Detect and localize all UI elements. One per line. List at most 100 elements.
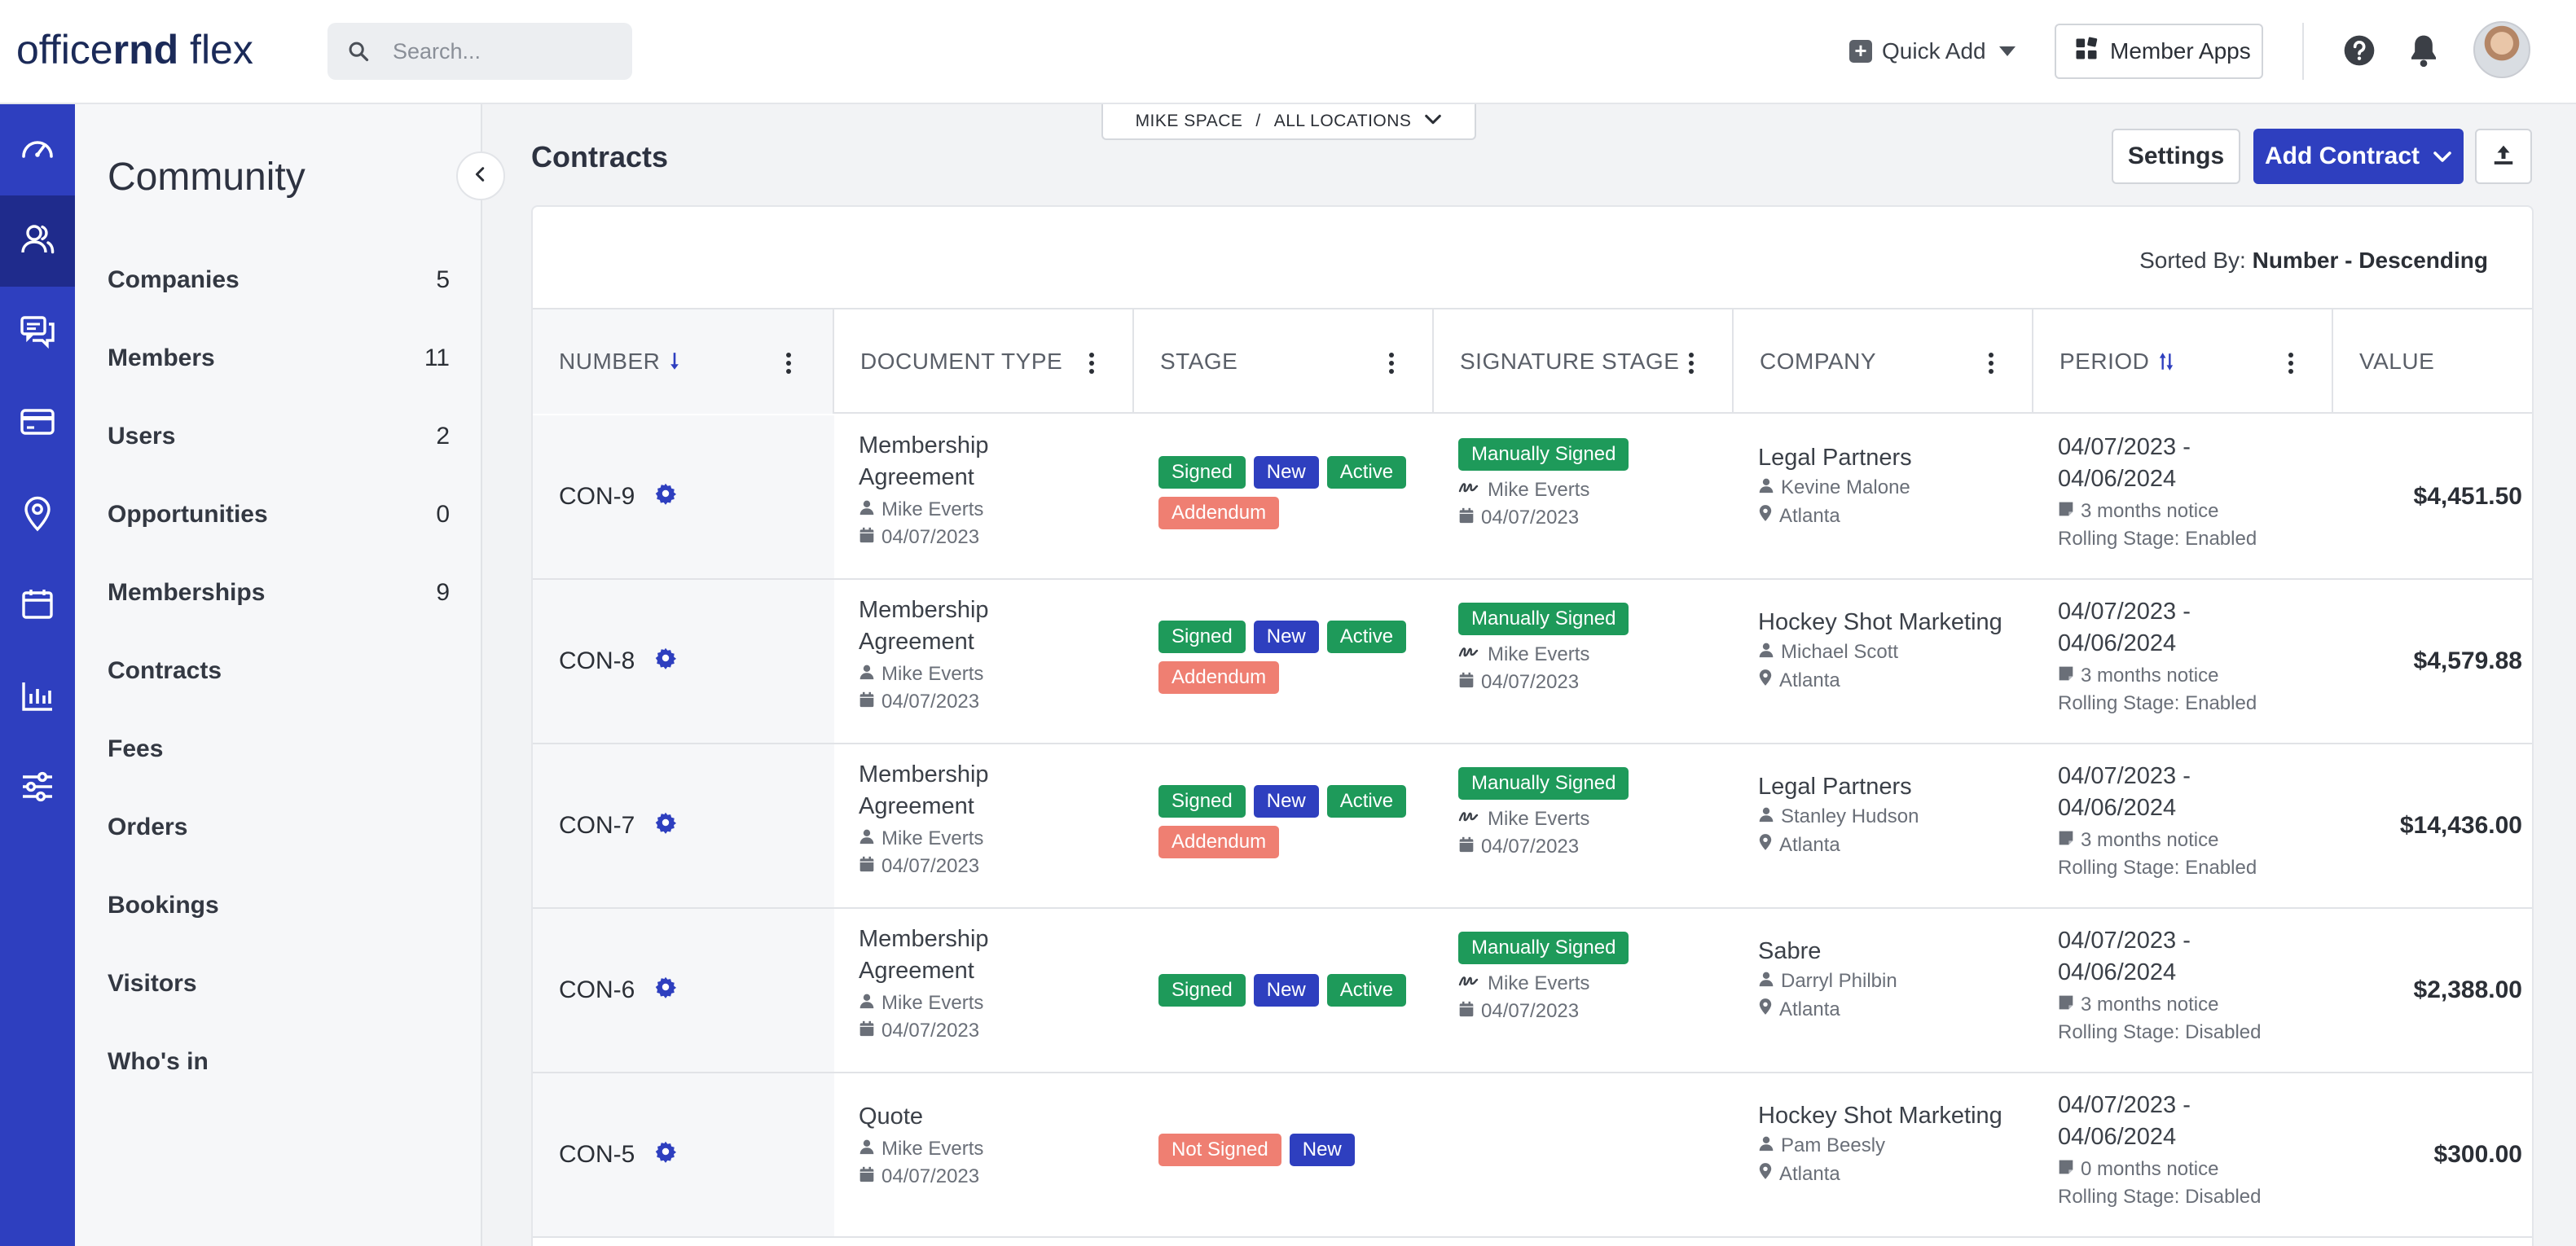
gear-icon[interactable] [654, 811, 677, 840]
notifications-bell-icon[interactable] [2407, 33, 2440, 72]
document-author: Mike Everts [881, 498, 984, 520]
chevron-down-icon [2433, 143, 2452, 170]
sidebar-item-users[interactable]: Users 2 [108, 412, 450, 461]
document-date: 04/07/2023 [881, 1020, 980, 1042]
member-apps-button[interactable]: Member Apps [2055, 24, 2263, 79]
sort-descending-icon[interactable] [668, 351, 681, 372]
quick-add-button[interactable]: + Quick Add [1849, 33, 2016, 70]
contract-number[interactable]: CON-6 [559, 976, 635, 1004]
column-header-value[interactable]: VALUE [2333, 309, 2532, 414]
sidebar-item-fees[interactable]: Fees [108, 725, 450, 774]
gear-icon[interactable] [654, 482, 677, 511]
calendar-icon [859, 1020, 875, 1042]
search-input[interactable] [393, 36, 621, 67]
stage-badge: Signed [1158, 456, 1246, 489]
table-row[interactable]: CON-6 Membership Agreement Mike Everts 0… [533, 909, 2532, 1073]
sidebar-item-whos-in[interactable]: Who's in [108, 1038, 450, 1086]
column-header-number[interactable]: NUMBER [533, 309, 834, 414]
contract-number[interactable]: CON-7 [559, 812, 635, 840]
community-icon [18, 220, 57, 263]
signed-date: 04/07/2023 [1481, 836, 1580, 858]
calendar-icon [18, 585, 57, 628]
table-row[interactable]: CON-9 Membership Agreement Mike Everts 0… [533, 415, 2532, 580]
user-avatar[interactable] [2473, 21, 2530, 78]
company-name[interactable]: Legal Partners [1758, 774, 2035, 801]
rail-community[interactable] [0, 195, 75, 287]
sort-toggle-icon[interactable] [2157, 351, 2175, 372]
main-content: MIKE SPACE / ALL LOCATIONS Contracts Set… [484, 104, 2576, 1246]
sidebar-item-visitors[interactable]: Visitors [108, 959, 450, 1008]
notice-period: 0 months notice [2081, 1158, 2219, 1180]
add-contract-button[interactable]: Add Contract [2253, 129, 2464, 184]
column-menu-icon[interactable] [1688, 352, 1695, 380]
gear-icon[interactable] [654, 1140, 677, 1169]
signature-badge: Manually Signed [1458, 603, 1629, 635]
person-icon [859, 663, 875, 686]
column-menu-icon[interactable] [1088, 352, 1095, 380]
sidebar-item-companies[interactable]: Companies 5 [108, 256, 450, 305]
sidebar-item-orders[interactable]: Orders [108, 803, 450, 852]
location-selector[interactable]: MIKE SPACE / ALL LOCATIONS [1101, 104, 1476, 140]
company-name[interactable]: Sabre [1758, 938, 2035, 965]
signed-by: Mike Everts [1488, 643, 1590, 665]
column-menu-icon[interactable] [785, 352, 792, 380]
rail-locations[interactable] [0, 469, 75, 560]
help-icon[interactable] [2343, 34, 2376, 71]
export-button[interactable] [2475, 129, 2532, 184]
column-header-document-type[interactable]: DOCUMENT TYPE [834, 309, 1134, 414]
app-logo[interactable]: officernd flex [16, 26, 253, 73]
stage-badges: Signed New Active [1158, 974, 1419, 1007]
column-menu-icon[interactable] [1988, 352, 1994, 380]
sidebar-item-members[interactable]: Members 11 [108, 334, 450, 383]
value-cell: $300.00 [2358, 1073, 2522, 1236]
company-name[interactable]: Legal Partners [1758, 445, 2035, 472]
stage-badge: Addendum [1158, 826, 1280, 858]
contract-number-cell[interactable]: CON-6 [533, 909, 834, 1072]
rail-billing[interactable] [0, 378, 75, 469]
contract-number[interactable]: CON-5 [559, 1141, 635, 1169]
note-icon [2058, 994, 2074, 1016]
signature-icon [1458, 643, 1481, 666]
settings-button[interactable]: Settings [2112, 129, 2240, 184]
company-contact: Stanley Hudson [1781, 805, 1919, 827]
column-header-period[interactable]: PERIOD [2033, 309, 2333, 414]
rail-messages[interactable] [0, 287, 75, 378]
sidebar-item-memberships[interactable]: Memberships 9 [108, 568, 450, 617]
table-row[interactable]: CON-7 Membership Agreement Mike Everts 0… [533, 744, 2532, 909]
period-cell: 04/07/2023 - 04/06/2024 3 months notice … [2058, 415, 2335, 578]
column-menu-icon[interactable] [2288, 352, 2294, 380]
rail-settings[interactable] [0, 743, 75, 834]
table-row[interactable]: CON-8 Membership Agreement Mike Everts 0… [533, 580, 2532, 744]
search-box[interactable] [327, 23, 632, 80]
calendar-icon [1458, 671, 1475, 694]
company-name[interactable]: Hockey Shot Marketing [1758, 609, 2035, 636]
rail-calendar[interactable] [0, 560, 75, 652]
collapse-panel-button[interactable] [456, 151, 505, 200]
gear-icon[interactable] [654, 647, 677, 676]
sidebar-item-contracts[interactable]: Contracts [108, 647, 450, 695]
gear-icon[interactable] [654, 976, 677, 1005]
sidebar-item-bookings[interactable]: Bookings [108, 881, 450, 930]
contracts-table-card: Sorted By: Number - Descending NUMBER DO… [531, 205, 2534, 1246]
rail-dashboard[interactable] [0, 104, 75, 195]
column-header-company[interactable]: COMPANY [1734, 309, 2033, 414]
contract-number-cell[interactable]: CON-5 [533, 1073, 834, 1236]
contract-number-cell[interactable]: CON-7 [533, 744, 834, 907]
contract-number[interactable]: CON-8 [559, 647, 635, 675]
column-header-stage[interactable]: STAGE [1134, 309, 1434, 414]
contract-number[interactable]: CON-9 [559, 483, 635, 511]
contract-value: $2,388.00 [2413, 976, 2522, 1003]
sidebar-item-opportunities[interactable]: Opportunities 0 [108, 490, 450, 539]
document-type: Membership Agreement [859, 432, 989, 490]
column-header-signature-stage[interactable]: SIGNATURE STAGE [1434, 309, 1734, 414]
column-menu-icon[interactable] [1388, 352, 1395, 380]
table-row[interactable]: CON-5 Quote Mike Everts 04/07/2023 Not S… [533, 1073, 2532, 1238]
contract-number-cell[interactable]: CON-9 [533, 415, 834, 578]
contract-number-cell[interactable]: CON-8 [533, 580, 834, 743]
company-name[interactable]: Hockey Shot Marketing [1758, 1103, 2035, 1130]
person-icon [1758, 970, 1774, 993]
sort-indicator[interactable]: Sorted By: Number - Descending [2139, 248, 2488, 274]
rail-analytics[interactable] [0, 652, 75, 743]
count-badge: 2 [436, 423, 450, 450]
stage-cell: Signed New Active Addendum [1158, 580, 1435, 743]
